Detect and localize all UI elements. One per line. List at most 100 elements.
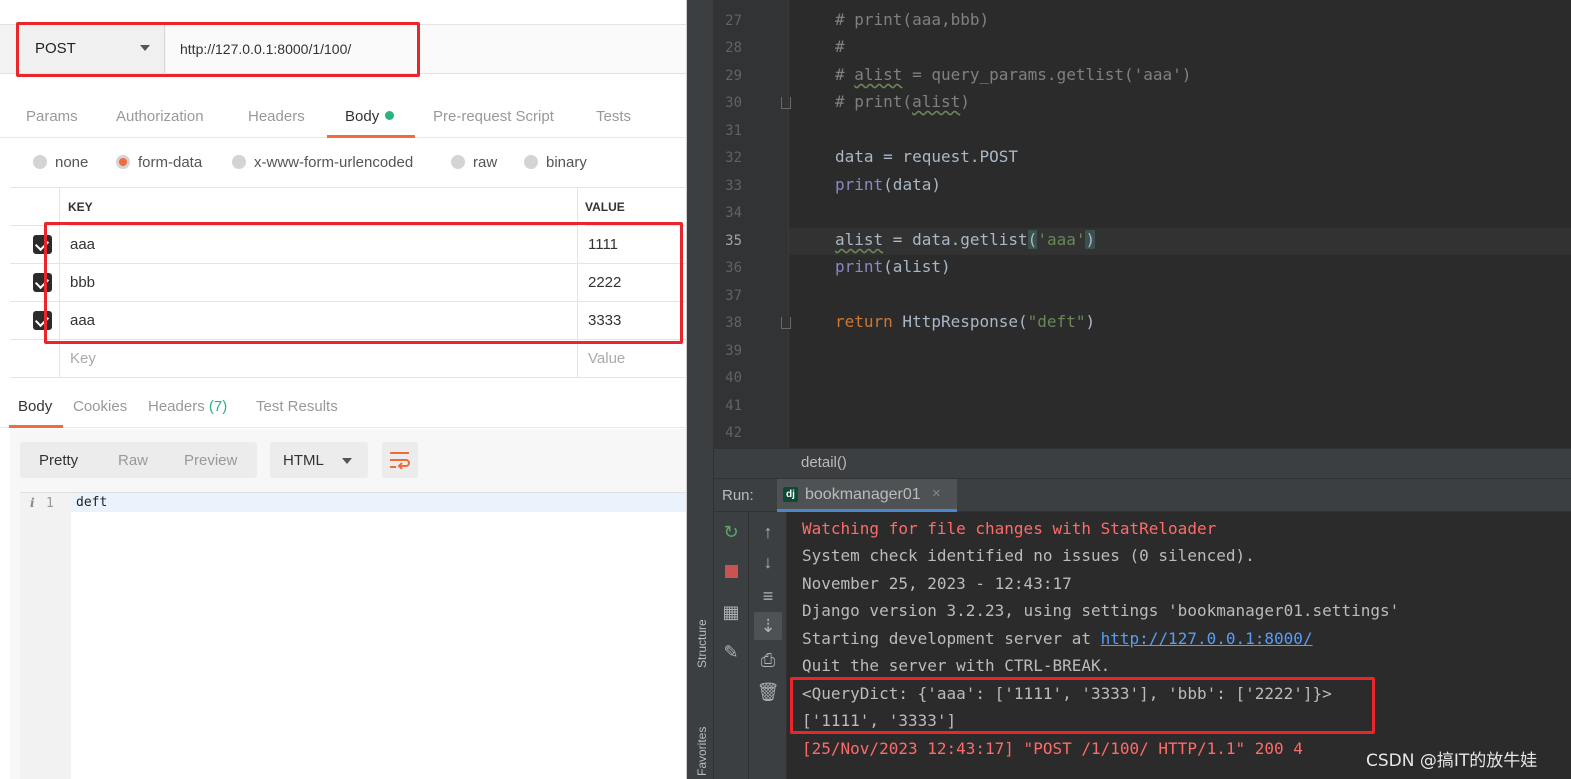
radio-binary[interactable]: binary [524, 154, 587, 171]
table-row: bbb 2222 [10, 264, 687, 302]
tab-tests[interactable]: Tests [596, 108, 631, 125]
layout-icon[interactable]: ▦ [717, 598, 745, 626]
code-line: print(data) [835, 175, 941, 194]
console-line: ['1111', '3333'] [802, 711, 957, 730]
request-tabs: Params Authorization Headers Body Pre-re… [0, 98, 687, 138]
arrow-down-icon[interactable]: ↓ [754, 548, 782, 576]
column-header-key: KEY [68, 188, 577, 226]
code-comment: alist [912, 92, 961, 111]
method-select[interactable]: POST [22, 25, 165, 73]
key-input[interactable]: Key [70, 340, 96, 377]
code-text: (data) [883, 175, 941, 194]
view-preview-button[interactable]: Preview [184, 452, 237, 469]
response-tabs: Body Cookies Headers (7) Test Results [0, 392, 687, 428]
code-builtin: print [835, 175, 884, 194]
line-number: 37 [725, 288, 742, 304]
wrap-lines-button[interactable] [382, 442, 418, 478]
info-icon: i [30, 496, 35, 510]
breadcrumb[interactable]: detail() [714, 448, 1571, 478]
soft-wrap-icon[interactable]: ≡ [754, 582, 782, 610]
key-cell[interactable]: aaa [70, 302, 95, 339]
console-line: Quit the server with CTRL-BREAK. [802, 656, 1111, 675]
line-number: 36 [725, 260, 742, 276]
gutter-divider [788, 0, 789, 448]
watermark: CSDN @搞IT的放牛娃 [1366, 751, 1538, 771]
code-editor[interactable]: 27 28 29 30 31 32 33 34 35 36 37 38 39 4… [714, 0, 1571, 448]
line-number: 40 [725, 370, 742, 386]
run-tools-secondary: ↑ ↓ ≡ ⇣ ⎙ 🗑 [749, 512, 787, 779]
console-line: Watching for file changes with StatReloa… [802, 519, 1217, 538]
scroll-to-end-icon[interactable]: ⇣ [754, 612, 782, 640]
run-tab-bookmanager01[interactable]: dj bookmanager01 × [777, 479, 957, 512]
code-comment: # print(aaa,bbb) [835, 10, 990, 29]
tab-params[interactable]: Params [26, 108, 78, 125]
console-line: Starting development server at http://12… [802, 629, 1313, 648]
view-mode-toggle: Pretty Raw Preview [20, 442, 257, 478]
table-row: aaa 3333 [10, 302, 687, 340]
response-tab-body[interactable]: Body [18, 398, 52, 415]
radio-raw[interactable]: raw [451, 154, 497, 171]
chevron-down-icon [140, 45, 150, 51]
value-input[interactable]: Value [588, 340, 625, 377]
row-checkbox[interactable] [33, 273, 52, 292]
radio-x-www-form-urlencoded[interactable]: x-www-form-urlencoded [232, 154, 413, 171]
code-comment: # print( [835, 92, 913, 111]
code-text: (alist) [883, 257, 951, 276]
key-cell[interactable]: bbb [70, 264, 95, 301]
line-gutter: i 1 [20, 493, 71, 779]
console-line: [25/Nov/2023 12:43:17] "POST /1/100/ HTT… [802, 739, 1303, 758]
value-cell[interactable]: 3333 [588, 302, 621, 339]
favorites-tool-label[interactable]: Favorites [695, 727, 709, 776]
code-comment: alist [854, 65, 903, 84]
view-raw-button[interactable]: Raw [118, 452, 148, 469]
fold-marker-icon[interactable] [781, 317, 791, 329]
radio-label: x-www-form-urlencoded [254, 154, 414, 171]
response-tab-headers[interactable]: Headers (7) [148, 398, 227, 415]
response-body-viewer[interactable]: i 1 deft [20, 492, 687, 779]
radio-icon [33, 155, 47, 169]
run-tools-primary: ↻ ▦ ✎ [714, 512, 749, 779]
radio-selected-icon [116, 155, 130, 169]
response-tab-test-results[interactable]: Test Results [256, 398, 338, 415]
radio-form-data[interactable]: form-data [116, 154, 202, 171]
code-comment: # [835, 65, 855, 84]
run-label: Run: [722, 487, 754, 504]
line-number: 41 [725, 398, 742, 414]
structure-tool-label[interactable]: Structure [695, 619, 709, 668]
radio-none[interactable]: none [33, 154, 88, 171]
value-cell[interactable]: 1111 [588, 226, 618, 263]
pin-icon[interactable]: ✎ [717, 638, 745, 666]
close-icon[interactable]: × [932, 485, 941, 502]
view-pretty-button[interactable]: Pretty [39, 452, 78, 469]
code-line: # print(alist) [835, 92, 970, 111]
tab-body[interactable]: Body [345, 108, 395, 125]
value-cell[interactable]: 2222 [588, 264, 621, 301]
tab-pre-request-script[interactable]: Pre-request Script [433, 108, 554, 125]
url-input[interactable]: http://127.0.0.1:8000/1/100/ [166, 25, 687, 73]
server-url-link[interactable]: http://127.0.0.1:8000/ [1101, 629, 1313, 648]
tab-authorization[interactable]: Authorization [116, 108, 204, 125]
key-cell[interactable]: aaa [70, 226, 95, 263]
radio-label: form-data [138, 154, 203, 171]
run-toolbar: Run: dj bookmanager01 × [714, 478, 1571, 512]
code-line-current: alist = data.getlist('aaa') [835, 230, 1096, 249]
response-tab-cookies[interactable]: Cookies [73, 398, 127, 415]
column-header-value: VALUE [585, 188, 687, 226]
url-text: http://127.0.0.1:8000/1/100/ [180, 41, 352, 57]
row-checkbox[interactable] [33, 311, 52, 330]
arrow-up-icon[interactable]: ↑ [754, 518, 782, 546]
fold-marker-icon[interactable] [781, 97, 791, 109]
code-text: alist [835, 230, 884, 249]
trash-icon[interactable]: 🗑 [754, 678, 782, 706]
format-select[interactable]: HTML [270, 442, 368, 478]
code-text: ) [1085, 312, 1096, 331]
format-label: HTML [283, 452, 324, 469]
tab-headers[interactable]: Headers [248, 108, 305, 125]
run-console-output[interactable]: Watching for file changes with StatReloa… [787, 512, 1571, 779]
row-checkbox[interactable] [33, 235, 52, 254]
print-icon[interactable]: ⎙ [754, 646, 782, 674]
postman-window: POST http://127.0.0.1:8000/1/100/ Params… [0, 0, 687, 779]
stop-icon[interactable] [717, 557, 745, 585]
rerun-icon[interactable]: ↻ [717, 518, 745, 546]
radio-label: raw [473, 154, 498, 171]
